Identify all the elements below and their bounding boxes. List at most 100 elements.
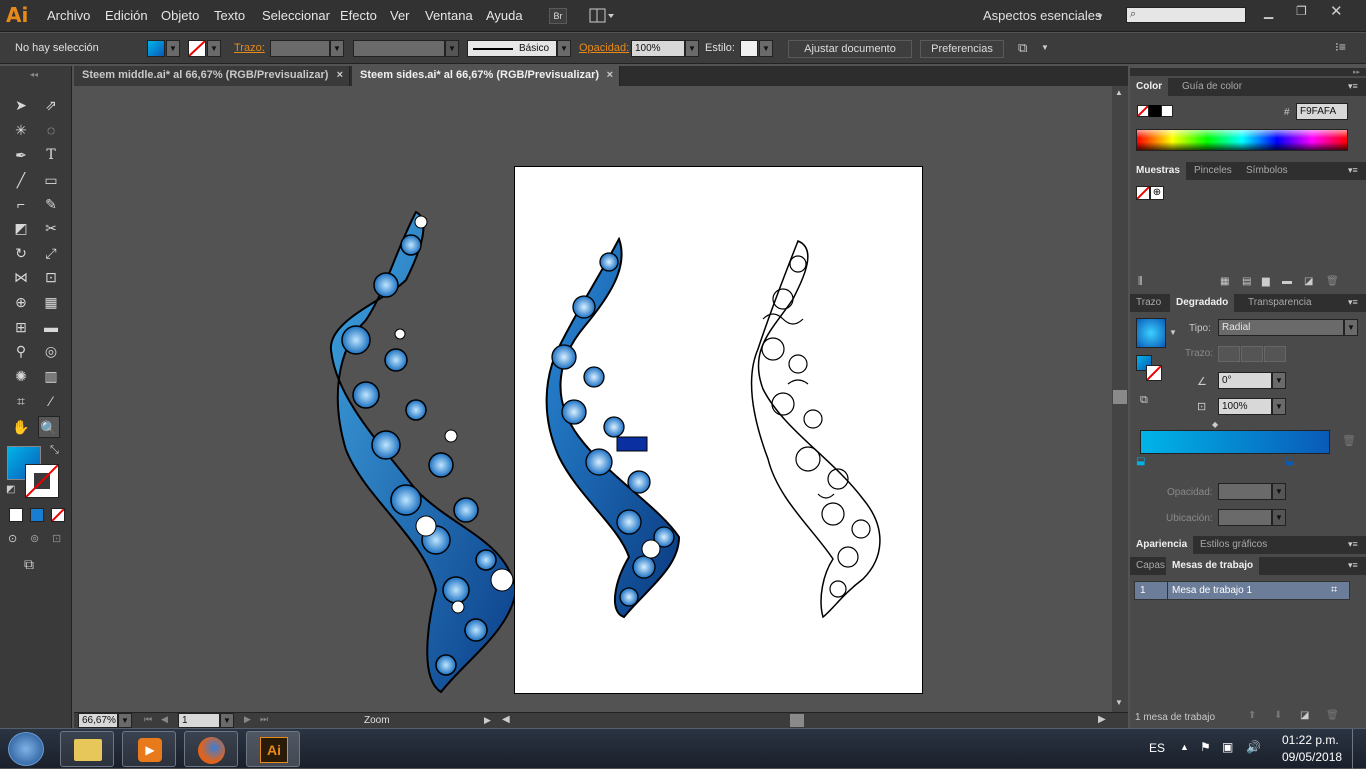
delete-artboard-icon[interactable]: 🗑	[1326, 710, 1339, 721]
gradient-slider[interactable]	[1140, 430, 1330, 454]
stroke-within-icon[interactable]	[1218, 346, 1240, 362]
last-artboard-icon[interactable]: ⏭	[260, 714, 268, 725]
close-tab-icon[interactable]: ×	[337, 69, 343, 81]
gradient-opacity-dropdown-icon[interactable]: ▼	[1272, 483, 1286, 500]
collapse-tools-icon[interactable]: ◂◂	[30, 70, 38, 79]
direct-selection-tool-icon[interactable]: ⇗	[40, 94, 62, 116]
gradient-annotator-icon[interactable]: ⧉	[1140, 394, 1148, 407]
vertical-scrollbar[interactable]: ▲ ▼	[1112, 86, 1128, 712]
lasso-tool-icon[interactable]: ◌	[40, 119, 62, 141]
tab-color-guide[interactable]: Guía de color	[1176, 78, 1248, 96]
stroke-label[interactable]: Trazo:	[234, 42, 265, 54]
width-tool-icon[interactable]: ⋈	[10, 266, 32, 288]
tab-brushes[interactable]: Pinceles	[1188, 162, 1238, 180]
swatch-libraries-icon[interactable]: ⫼	[1138, 276, 1143, 287]
move-down-icon[interactable]: ⬇	[1274, 710, 1282, 721]
gradient-stop-start-icon[interactable]: ⬓	[1136, 456, 1145, 467]
eraser-tool-icon[interactable]: ◩	[10, 217, 32, 239]
close-tab-icon[interactable]: ×	[607, 69, 613, 81]
gradient-location-field[interactable]	[1218, 509, 1272, 526]
slice-tool-icon[interactable]: ⁄	[40, 390, 62, 412]
panel-menu-icon[interactable]: ▾≡	[1348, 560, 1358, 571]
menu-objeto[interactable]: Objeto	[161, 8, 199, 23]
gradient-type-dropdown-icon[interactable]: ▼	[1344, 319, 1358, 336]
none-color-icon[interactable]	[1137, 105, 1149, 117]
gradient-angle-field[interactable]: 0°	[1218, 372, 1272, 389]
adjust-document-button[interactable]: Ajustar documento	[788, 40, 912, 58]
language-indicator[interactable]: ES	[1149, 741, 1165, 755]
type-tool-icon[interactable]: T	[40, 144, 62, 166]
menu-texto[interactable]: Texto	[214, 8, 245, 23]
draw-behind-icon[interactable]: ⊚	[30, 532, 39, 545]
pencil-tool-icon[interactable]: ✎	[40, 193, 62, 215]
tab-steem-middle[interactable]: Steem middle.ai* al 66,67% (RGB/Previsua…	[74, 66, 350, 86]
show-hidden-icons-icon[interactable]: ▲	[1180, 742, 1189, 752]
tab-color[interactable]: Color	[1130, 78, 1169, 96]
gradient-type-select[interactable]: Radial	[1218, 319, 1344, 336]
panel-menu-icon[interactable]: ▾≡	[1348, 539, 1358, 550]
registration-swatch-icon[interactable]: ⊕	[1150, 186, 1164, 200]
scale-tool-icon[interactable]: ⤢	[40, 242, 62, 264]
stroke-along-icon[interactable]	[1241, 346, 1263, 362]
tab-transparency[interactable]: Transparencia	[1242, 294, 1318, 312]
scroll-right-icon[interactable]: ▶	[1098, 714, 1106, 725]
arrange-icon[interactable]: ⧉	[1018, 40, 1027, 56]
move-up-icon[interactable]: ⬆	[1248, 710, 1256, 721]
clock-date[interactable]: 09/05/2018	[1282, 750, 1342, 764]
scroll-up-icon[interactable]: ▲	[1115, 88, 1123, 97]
gradient-ratio-dropdown-icon[interactable]: ▼	[1272, 398, 1286, 415]
volume-icon[interactable]: 🔊	[1246, 740, 1261, 754]
network-icon[interactable]: ▣	[1222, 740, 1233, 754]
menu-efecto[interactable]: Efecto	[340, 8, 377, 23]
workspace-dropdown-icon[interactable]: ▼	[1096, 12, 1104, 21]
gradient-ratio-field[interactable]: 100%	[1218, 398, 1272, 415]
previous-artboard-icon[interactable]: ◀	[161, 714, 168, 725]
artboard-tool-icon[interactable]: ⌗	[10, 390, 32, 412]
preferences-button[interactable]: Preferencias	[920, 40, 1004, 58]
style-dropdown-icon[interactable]: ▼	[759, 40, 773, 57]
hand-tool-icon[interactable]: ✋	[10, 416, 32, 438]
delete-stop-icon[interactable]: 🗑	[1342, 434, 1356, 447]
gradient-angle-dropdown-icon[interactable]: ▼	[1272, 372, 1286, 389]
magic-wand-tool-icon[interactable]: ✳	[10, 119, 32, 141]
tab-graphic-styles[interactable]: Estilos gráficos	[1194, 536, 1273, 554]
gradient-stroke-chip[interactable]	[1146, 365, 1162, 381]
style-swatch[interactable]	[740, 40, 758, 57]
new-color-group-icon[interactable]: ▆	[1262, 276, 1270, 287]
tab-steem-sides[interactable]: Steem sides.ai* al 66,67% (RGB/Previsual…	[352, 66, 620, 86]
mesh-tool-icon[interactable]: ⊞	[10, 316, 32, 338]
shape-builder-tool-icon[interactable]: ⊕	[10, 291, 32, 313]
start-button-icon[interactable]	[8, 732, 44, 766]
tab-symbols[interactable]: Símbolos	[1240, 162, 1294, 180]
column-graph-tool-icon[interactable]: ▥	[40, 365, 62, 387]
fill-swatch[interactable]	[147, 40, 165, 57]
scroll-down-icon[interactable]: ▼	[1115, 698, 1123, 707]
menu-ventana[interactable]: Ventana	[425, 8, 473, 23]
stroke-weight-dropdown-icon[interactable]: ▼	[330, 40, 344, 57]
tab-swatches[interactable]: Muestras	[1130, 162, 1186, 180]
line-tool-icon[interactable]: ╱	[10, 169, 32, 191]
tab-stroke[interactable]: Trazo	[1130, 294, 1167, 312]
opacity-dropdown-icon[interactable]: ▼	[685, 40, 699, 57]
horizontal-scroll-thumb[interactable]	[790, 714, 804, 727]
stroke-across-icon[interactable]	[1264, 346, 1286, 362]
tab-gradient[interactable]: Degradado	[1170, 294, 1235, 312]
steem-side-artwork-colored[interactable]	[326, 210, 521, 695]
opacity-label[interactable]: Opacidad:	[579, 42, 629, 54]
vertical-scroll-thumb[interactable]	[1113, 390, 1127, 404]
zoom-tool-icon[interactable]: 🔍	[38, 416, 60, 438]
new-folder-icon[interactable]: ▬	[1282, 276, 1292, 287]
artboard-number-field[interactable]: 1	[178, 713, 220, 728]
midpoint-diamond-icon[interactable]: ◆	[1212, 420, 1218, 429]
scroll-left-icon[interactable]: ◀	[502, 714, 510, 725]
gradient-opacity-field[interactable]	[1218, 483, 1272, 500]
artboard[interactable]	[514, 166, 923, 694]
illustrator-taskbar-icon[interactable]: Ai	[246, 731, 300, 767]
variable-width-field[interactable]	[353, 40, 445, 57]
bridge-button[interactable]: Br	[549, 8, 567, 24]
control-menu-icon[interactable]: ⁝≡	[1335, 40, 1346, 54]
none-swatch[interactable]	[1136, 186, 1150, 200]
color-spectrum[interactable]	[1136, 129, 1348, 151]
artboard-row[interactable]: 1 Mesa de trabajo 1 ⌗	[1134, 581, 1350, 600]
help-search-input[interactable]	[1126, 7, 1246, 23]
